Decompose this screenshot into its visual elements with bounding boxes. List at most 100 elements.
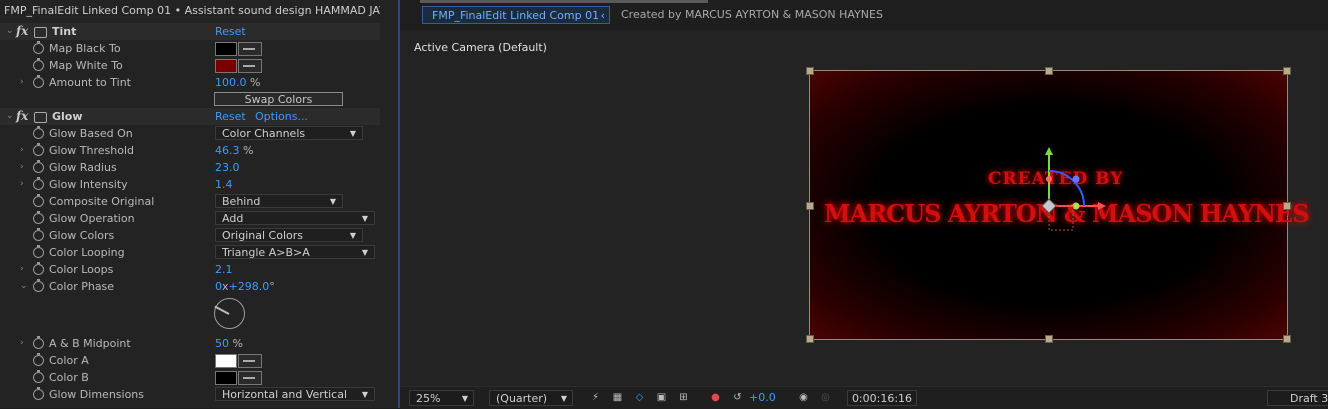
value-text[interactable]: 46.3 xyxy=(215,144,240,157)
color-a-swatch[interactable] xyxy=(215,354,237,368)
tint-reset-link[interactable]: Reset xyxy=(215,23,246,40)
resolution-dropdown[interactable]: (Quarter) ▼ xyxy=(489,390,573,406)
comp-tab-active[interactable]: FMP_FinalEdit Linked Comp 01 ‹ xyxy=(422,6,610,24)
swap-colors-button[interactable]: Swap Colors xyxy=(214,92,343,106)
prop-label: Glow Operation xyxy=(49,212,135,225)
bbox-handle-tc[interactable] xyxy=(1045,67,1053,75)
fx-icon[interactable]: fx xyxy=(16,108,28,125)
glow-options-link[interactable]: Options... xyxy=(255,108,308,125)
stopwatch-icon[interactable] xyxy=(33,245,44,258)
ab-midpoint-value[interactable]: 50 % xyxy=(215,335,243,352)
stopwatch-icon[interactable] xyxy=(33,228,44,241)
comp-tab-breadcrumb[interactable]: Created by MARCUS AYRTON & MASON HAYNES xyxy=(621,6,883,24)
color-b-swatch[interactable] xyxy=(215,371,237,385)
effect-glow-header[interactable]: ⌄ fx Glow Reset Options... xyxy=(0,108,380,125)
stopwatch-icon[interactable] xyxy=(33,41,44,54)
bbox-handle-mr[interactable] xyxy=(1283,202,1291,210)
composition-frame[interactable]: CREATED BY MARCUS AYRTON & MASON HAYNES xyxy=(806,67,1310,343)
expand-chevron-icon[interactable]: › xyxy=(20,159,24,176)
exposure-value[interactable]: +0.0 xyxy=(749,390,776,406)
current-time-display[interactable]: 0:00:16:16 xyxy=(847,390,917,406)
expand-chevron-icon[interactable]: › xyxy=(20,74,24,91)
phase-degrees[interactable]: +298.0 xyxy=(229,280,270,293)
value-text[interactable]: 50 xyxy=(215,337,229,350)
handle-red xyxy=(1046,176,1052,182)
grid-guides-icon[interactable]: ⊞ xyxy=(677,392,690,403)
bbox-handle-tr[interactable] xyxy=(1283,67,1291,75)
panel-gutter[interactable] xyxy=(380,0,399,408)
color-phase-angle-dial[interactable] xyxy=(214,298,245,329)
glow-intensity-value[interactable]: 1.4 xyxy=(215,176,233,193)
fx-icon[interactable]: fx xyxy=(16,23,28,40)
stopwatch-icon[interactable] xyxy=(33,58,44,71)
stopwatch-icon[interactable] xyxy=(33,279,44,292)
show-snapshot-icon[interactable]: ◎ xyxy=(819,392,832,403)
amount-to-tint-value[interactable]: 100.0 % xyxy=(215,74,260,91)
color-phase-value[interactable]: 0x+298.0° xyxy=(215,278,275,295)
prop-label: Color B xyxy=(49,371,89,384)
stopwatch-icon[interactable] xyxy=(33,160,44,173)
snapshot-camera-icon[interactable]: ◉ xyxy=(797,392,810,403)
collapse-chevron-icon[interactable]: ⌄ xyxy=(6,23,14,40)
stopwatch-icon[interactable] xyxy=(33,143,44,156)
effect-tint-header[interactable]: ⌄ fx Tint Reset xyxy=(0,23,380,40)
collapse-chevron-icon[interactable]: ⌄ xyxy=(20,278,28,295)
map-black-color-swatch[interactable] xyxy=(215,42,237,56)
panel-tab-strip xyxy=(420,0,708,3)
stopwatch-icon[interactable] xyxy=(33,370,44,383)
stopwatch-icon[interactable] xyxy=(33,177,44,190)
glow-dimensions-dropdown[interactable]: Horizontal and Vertical ▼ xyxy=(215,387,375,401)
prop-label: Color Looping xyxy=(49,246,125,259)
stopwatch-icon[interactable] xyxy=(33,126,44,139)
collapse-chevron-icon[interactable]: ⌄ xyxy=(6,108,14,125)
prop-label: Glow Dimensions xyxy=(49,388,145,401)
active-camera-label: Active Camera (Default) xyxy=(414,41,547,54)
stopwatch-icon[interactable] xyxy=(33,336,44,349)
fast-previews-icon[interactable]: ⚡ xyxy=(589,392,602,403)
bbox-handle-bc[interactable] xyxy=(1045,335,1053,343)
glow-based-on-dropdown[interactable]: Color Channels ▼ xyxy=(215,126,363,140)
stopwatch-icon[interactable] xyxy=(33,387,44,400)
effect-name-tint: Tint xyxy=(52,25,77,38)
bbox-handle-br[interactable] xyxy=(1283,335,1291,343)
stopwatch-icon[interactable] xyxy=(33,211,44,224)
expand-chevron-icon[interactable]: › xyxy=(20,335,24,352)
region-of-interest-icon[interactable]: ▣ xyxy=(655,392,668,403)
bbox-handle-bl[interactable] xyxy=(806,335,814,343)
composite-original-dropdown[interactable]: Behind ▼ xyxy=(215,194,343,208)
expand-chevron-icon[interactable]: › xyxy=(20,261,24,278)
y-axis-arrowhead xyxy=(1045,147,1053,155)
transform-gizmo[interactable] xyxy=(810,71,1289,341)
map-white-color-swatch[interactable] xyxy=(215,59,237,73)
expand-chevron-icon[interactable]: › xyxy=(20,176,24,193)
glow-threshold-value[interactable]: 46.3 % xyxy=(215,142,253,159)
reset-exposure-icon[interactable]: ↺ xyxy=(731,392,744,403)
eyedropper-icon[interactable] xyxy=(238,371,262,385)
value-text[interactable]: 100.0 xyxy=(215,76,247,89)
color-looping-dropdown[interactable]: Triangle A>B>A ▼ xyxy=(215,245,375,259)
stopwatch-icon[interactable] xyxy=(33,75,44,88)
stopwatch-icon[interactable] xyxy=(33,194,44,207)
phase-revolutions[interactable]: 0 xyxy=(215,280,222,293)
eyedropper-icon[interactable] xyxy=(238,354,262,368)
renderer-draft-3d-toggle[interactable]: Draft 3D xyxy=(1267,390,1328,406)
expand-chevron-icon[interactable]: › xyxy=(20,142,24,159)
mask-path-visibility-icon[interactable]: ◇ xyxy=(633,392,646,403)
eyedropper-icon[interactable] xyxy=(238,59,262,73)
glow-colors-dropdown[interactable]: Original Colors ▼ xyxy=(215,228,363,242)
glow-reset-link[interactable]: Reset xyxy=(215,108,246,125)
chevron-down-icon: ▼ xyxy=(361,248,368,257)
glow-operation-dropdown[interactable]: Add ▼ xyxy=(215,211,375,225)
eyedropper-icon[interactable] xyxy=(238,42,262,56)
color-loops-value[interactable]: 2.1 xyxy=(215,261,233,278)
prop-label: Glow Radius xyxy=(49,161,117,174)
glow-radius-value[interactable]: 23.0 xyxy=(215,159,240,176)
stopwatch-icon[interactable] xyxy=(33,262,44,275)
tab-arrow-icon[interactable]: ‹ xyxy=(601,7,605,25)
bbox-handle-tl[interactable] xyxy=(806,67,814,75)
transparency-grid-icon[interactable]: ▦ xyxy=(611,392,624,403)
color-channels-icon[interactable]: ● xyxy=(709,392,722,403)
stopwatch-icon[interactable] xyxy=(33,353,44,366)
bbox-handle-ml[interactable] xyxy=(806,202,814,210)
zoom-dropdown[interactable]: 25% ▼ xyxy=(409,390,474,406)
